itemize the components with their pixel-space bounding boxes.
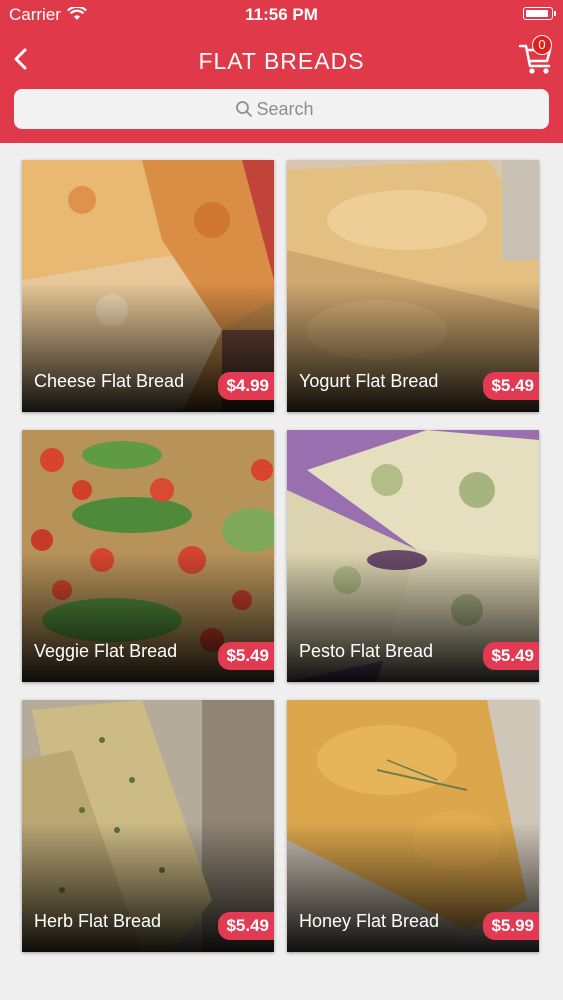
product-name: Pesto Flat Bread	[299, 641, 434, 661]
product-card-herb[interactable]: Herb Flat Bread $5.49	[22, 700, 274, 952]
price-tag: $5.49	[483, 642, 539, 670]
price-tag: $5.49	[218, 642, 274, 670]
price-tag: $5.99	[483, 912, 539, 940]
search-bar[interactable]	[14, 89, 549, 129]
page-title: FLAT BREADS	[198, 48, 365, 74]
product-card-honey[interactable]: Honey Flat Bread $5.99	[287, 700, 539, 952]
battery-icon	[523, 7, 556, 20]
top-bar: Carrier 11:56 PM FLAT BREADS 0	[0, 0, 563, 143]
status-bar: Carrier 11:56 PM	[0, 0, 563, 30]
product-card-pesto[interactable]: Pesto Flat Bread $5.49	[287, 430, 539, 682]
product-name: Herb Flat Bread	[34, 911, 162, 931]
product-name: Veggie Flat Bread	[34, 641, 178, 661]
price-tag: $5.49	[483, 372, 539, 400]
product-name: Yogurt Flat Bread	[299, 371, 439, 391]
product-name: Honey Flat Bread	[299, 911, 440, 931]
search-icon	[235, 101, 252, 117]
clock: 11:56 PM	[245, 5, 318, 24]
search-input[interactable]	[254, 97, 329, 121]
product-name: Cheese Flat Bread	[34, 371, 185, 391]
product-card-yogurt[interactable]: Yogurt Flat Bread $5.49	[287, 160, 539, 412]
cart-count-badge: 0	[532, 35, 552, 55]
product-card-veggie[interactable]: Veggie Flat Bread $5.49	[22, 430, 274, 682]
price-tag: $4.99	[218, 372, 274, 400]
product-card-cheese[interactable]: Cheese Flat Bread $4.99	[22, 160, 274, 412]
price-tag: $5.49	[218, 912, 274, 940]
